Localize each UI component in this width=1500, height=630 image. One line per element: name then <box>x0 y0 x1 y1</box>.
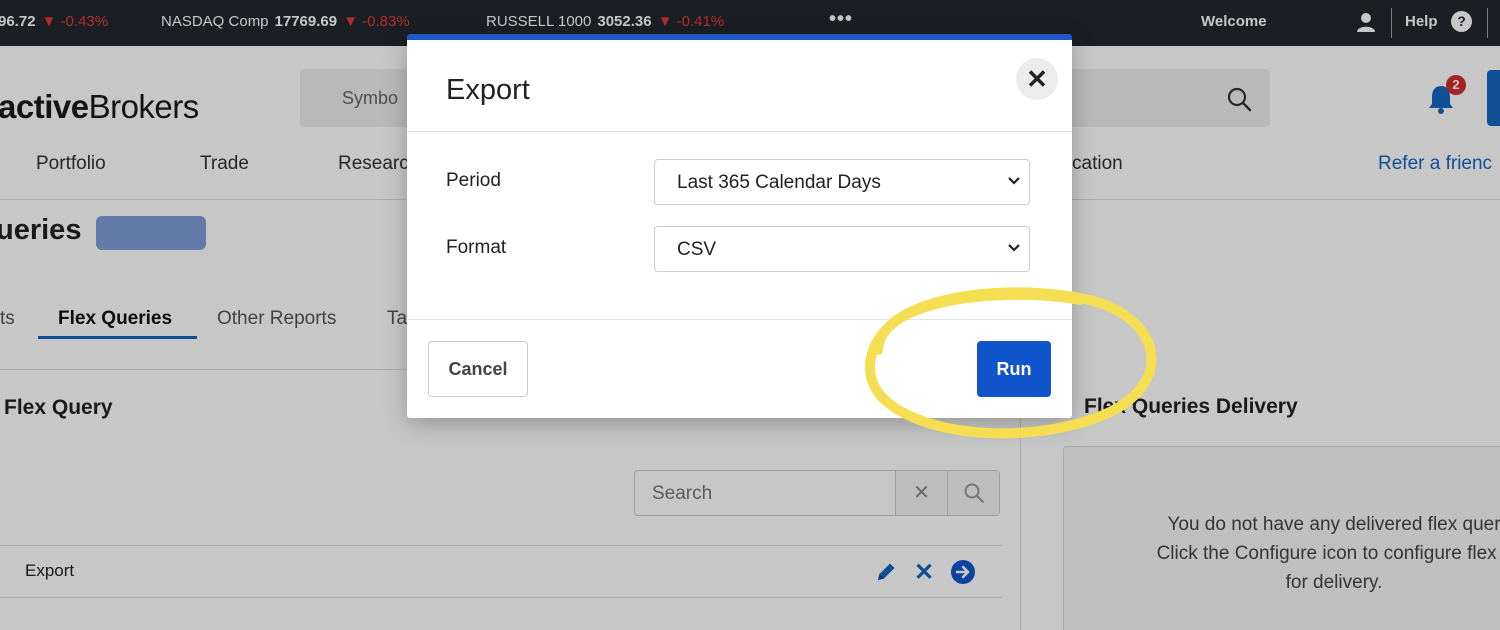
divider <box>407 131 1072 132</box>
format-select[interactable]: CSV <box>654 226 1030 272</box>
dialog-title: Export <box>446 74 530 106</box>
chevron-down-icon <box>1008 177 1020 185</box>
format-label: Format <box>446 237 507 258</box>
period-label: Period <box>446 170 501 191</box>
close-icon[interactable]: ✕ <box>1016 58 1058 100</box>
period-value: Last 365 Calendar Days <box>677 172 881 193</box>
export-dialog: Export ✕ Period Last 365 Calendar Days F… <box>407 34 1072 418</box>
cancel-button[interactable]: Cancel <box>428 341 528 397</box>
run-button[interactable]: Run <box>977 341 1051 397</box>
format-value: CSV <box>677 239 717 260</box>
period-select[interactable]: Last 365 Calendar Days <box>654 159 1030 205</box>
chevron-down-icon <box>1008 244 1020 252</box>
divider <box>407 319 1072 320</box>
